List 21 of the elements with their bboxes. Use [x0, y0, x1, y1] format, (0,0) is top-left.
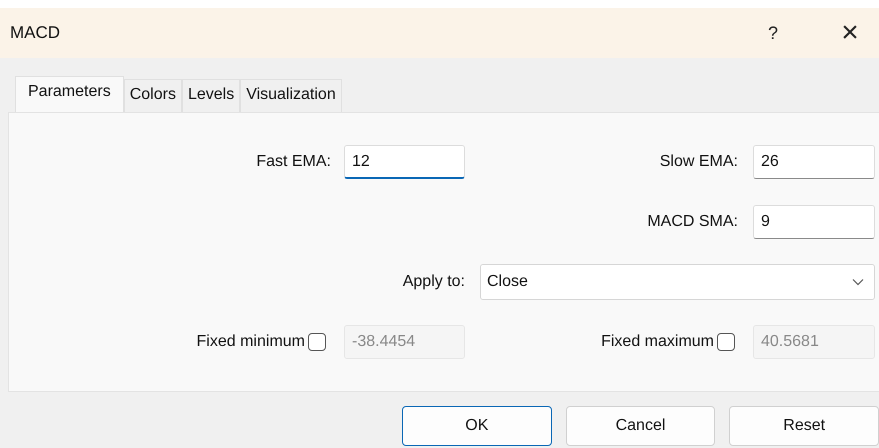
- dialog-button[interactable]: Reset: [729, 406, 879, 446]
- checkbox-label: Fixed maximum: [601, 333, 714, 351]
- help-button[interactable]: ?: [761, 22, 785, 44]
- input-field[interactable]: 12: [344, 145, 465, 179]
- field-label: Slow EMA:: [660, 153, 738, 171]
- tab[interactable]: Colors: [124, 79, 182, 112]
- field-label: Apply to:: [402, 273, 465, 291]
- input-field[interactable]: 26: [753, 145, 875, 179]
- checkbox-label: Fixed minimum: [196, 333, 305, 351]
- dropdown[interactable]: Close: [480, 264, 875, 300]
- field-label: MACD SMA:: [647, 213, 738, 231]
- chevron-down-icon: [852, 278, 864, 286]
- dialog-button[interactable]: Cancel: [566, 406, 716, 446]
- tab[interactable]: Levels: [182, 79, 240, 112]
- window-title: MACD: [10, 23, 62, 43]
- tab[interactable]: Parameters: [15, 76, 124, 112]
- close-button[interactable]: ×: [835, 16, 865, 50]
- field-label: Fast EMA:: [256, 153, 331, 171]
- tab[interactable]: Visualization: [240, 79, 342, 112]
- input-field[interactable]: 9: [753, 205, 875, 239]
- dialog-button[interactable]: OK: [402, 406, 552, 446]
